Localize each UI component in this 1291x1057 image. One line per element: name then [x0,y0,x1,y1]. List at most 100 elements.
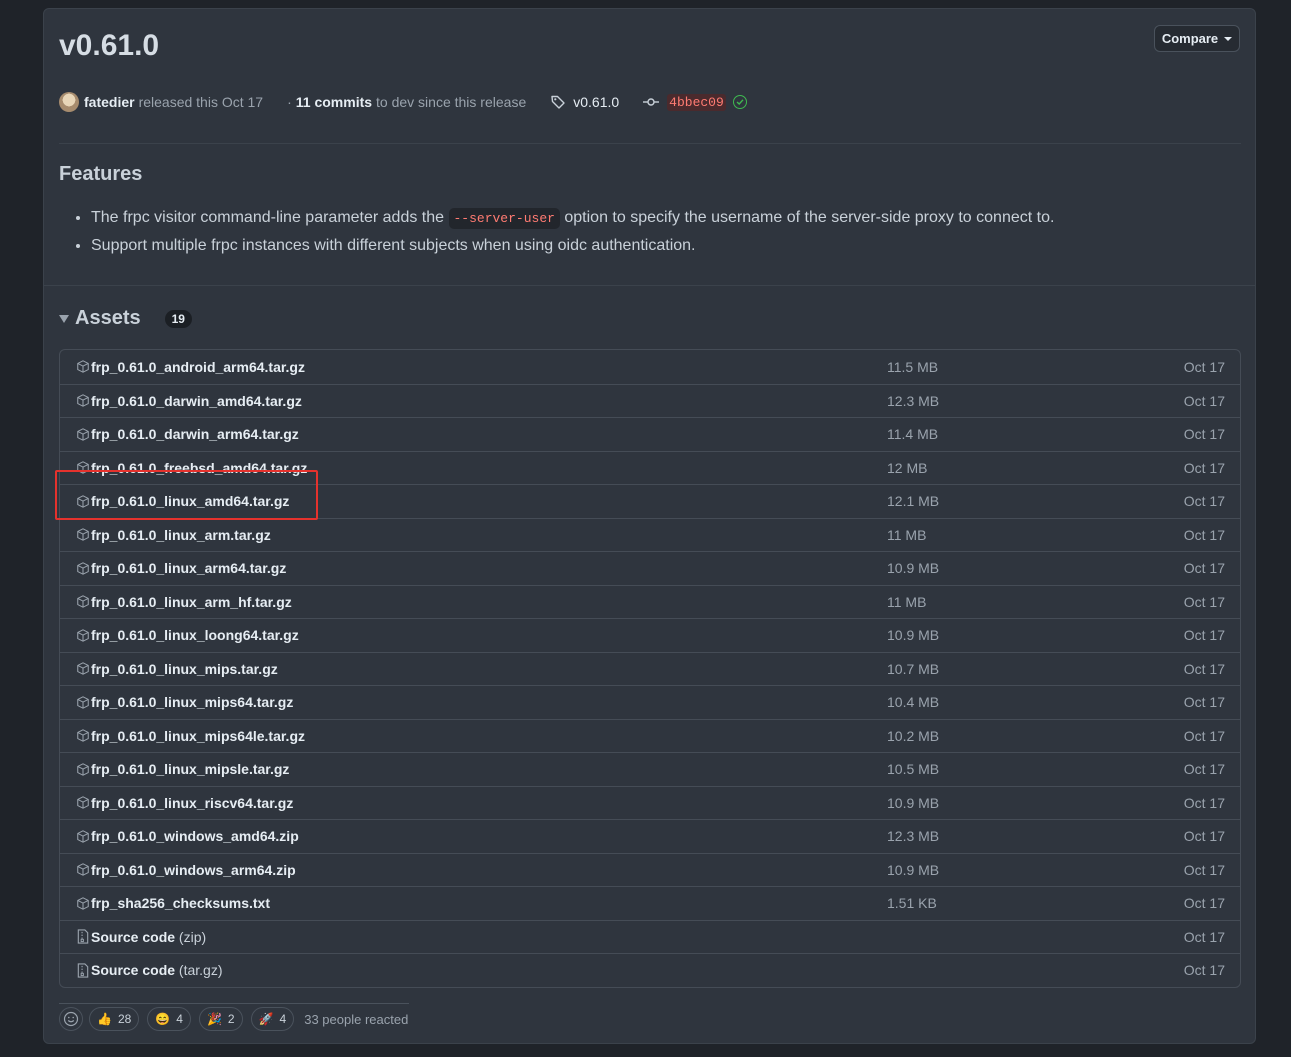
asset-size: 12.3 MB [887,828,940,845]
asset-link[interactable]: frp_0.61.0_linux_arm64.tar.gz [91,560,286,576]
release-card: v0.61.0 Compare fatedier released this O… [43,8,1256,1044]
asset-link[interactable]: frp_0.61.0_windows_amd64.zip [91,828,299,844]
package-icon [76,896,90,910]
reaction-button[interactable]: 🎉 2 [198,1007,243,1031]
asset-date: Oct 17 [1183,426,1225,443]
table-row: frp_0.61.0_linux_arm64.tar.gz 10.9 MB Oct … [60,551,1240,585]
asset-link[interactable]: frp_0.61.0_linux_mips.tar.gz [91,661,278,677]
package-icon [76,729,90,743]
asset-date: Oct 17 [1183,627,1225,644]
asset-link[interactable]: frp_0.61.0_android_arm64.tar.gz [91,359,305,375]
asset-link[interactable]: frp_0.61.0_linux_arm.tar.gz [91,527,271,543]
table-row: Source code (tar.gz) Oct 17 [60,953,1240,987]
reactions-bar: 👍 28 😄 4 🎉 2 🚀 4 33 people reacted [59,1003,409,1034]
asset-size: 11 MB [887,526,927,543]
asset-size: 10.2 MB [887,727,940,744]
release-meta: fatedier released this Oct 17 · 11 commi… [59,91,747,113]
file-zip-icon [76,929,90,944]
package-icon [76,494,90,508]
divider [44,285,1255,286]
package-icon [76,461,90,475]
table-row: frp_sha256_checksums.txt 1.51 KB Oct 17 [60,886,1240,920]
asset-date: Oct 17 [1183,727,1225,744]
asset-size: 10.7 MB [887,660,940,677]
source-code-link[interactable]: Source code (tar.gz) [91,962,223,978]
reaction-button[interactable]: 🚀 4 [250,1007,295,1031]
table-row: frp_0.61.0_darwin_arm64.tar.gz 11.4 MB Oct… [60,417,1240,451]
asset-link[interactable]: frp_0.61.0_linux_arm_hf.tar.gz [91,594,292,610]
reaction-count: 4 [279,1012,287,1026]
asset-size: 10.5 MB [887,761,940,778]
caret-down-icon [1224,36,1233,41]
table-row: frp_0.61.0_linux_mips64le.tar.gz 10.2 MB O… [60,718,1240,753]
source-code-link[interactable]: Source code (zip) [91,929,206,945]
asset-link[interactable]: frp_0.61.0_darwin_amd64.tar.gz [91,393,302,409]
package-icon [76,695,90,709]
list-item: Support multiple frpc instances with dif… [91,232,1054,260]
reaction-emoji: 👍 [97,1012,112,1026]
assets-list: frp_0.61.0_android_arm64.tar.gz 11.5 MB Oc… [59,349,1241,988]
author-link[interactable]: fatedier [84,94,135,110]
package-icon [76,360,90,374]
divider [59,143,1241,144]
asset-link[interactable]: frp_0.61.0_darwin_arm64.tar.gz [91,426,299,442]
source-code-ext: (zip) [178,928,207,945]
asset-link[interactable]: frp_0.61.0_freebsd_amd64.tar.gz [91,460,307,476]
asset-link[interactable]: frp_0.61.0_linux_amd64.tar.gz [91,493,289,509]
commits-suffix: to dev since this release [376,94,527,110]
asset-size: 1.51 KB [887,895,937,912]
feature-text: The frpc visitor command-line parameter … [91,209,445,226]
source-code-label: Source code [91,962,176,979]
feature-text: option to specify the username of the se… [564,209,1055,226]
asset-link[interactable]: frp_0.61.0_windows_arm64.zip [91,862,296,878]
asset-date: Oct 17 [1183,660,1225,677]
asset-date: Oct 17 [1183,593,1225,610]
compare-button[interactable]: Compare [1154,25,1240,52]
table-row: frp_0.61.0_android_arm64.tar.gz 11.5 MB Oc… [60,350,1240,384]
asset-size: 10.9 MB [887,627,940,644]
asset-link[interactable]: frp_0.61.0_linux_mipsle.tar.gz [91,761,289,777]
reaction-emoji: 😄 [155,1012,171,1026]
commits-link[interactable]: 11 commits [296,94,372,110]
tag-link[interactable]: v0.61.0 [573,94,619,110]
table-row: frp_0.61.0_linux_loong64.tar.gz 10.9 MB Oc… [60,618,1240,652]
table-row: frp_0.61.0_linux_arm_hf.tar.gz 11 MB Oct 1… [60,584,1240,619]
table-row: frp_0.61.0_linux_arm.tar.gz 11 MB Oct 17 [60,517,1240,552]
compare-label: Compare [1161,31,1219,46]
asset-date: Oct 17 [1183,358,1225,375]
add-reaction-button[interactable] [59,1007,83,1031]
reaction-emoji: 🚀 [258,1012,274,1026]
source-code-ext: (tar.gz) [178,962,223,979]
triangle-down-icon [59,314,69,323]
avatar[interactable] [59,92,79,112]
features-heading: Features [59,163,143,185]
asset-size: 11.4 MB [887,426,939,443]
package-icon [76,394,90,408]
asset-link[interactable]: frp_0.61.0_linux_mips64le.tar.gz [91,728,305,744]
asset-link[interactable]: frp_0.61.0_linux_loong64.tar.gz [91,627,299,643]
features-list: The frpc visitor command-line parameter … [74,204,1054,260]
table-row: frp_0.61.0_linux_amd64.tar.gz 12.1 MB Oct … [60,484,1240,518]
asset-size: 12.1 MB [887,493,940,510]
table-row: frp_0.61.0_linux_mips64.tar.gz 10.4 MB Oct… [60,685,1240,719]
commit-sha-link[interactable]: 4bbec09 [667,93,726,111]
table-row: frp_0.61.0_darwin_amd64.tar.gz 12.3 MB Oct… [60,383,1240,418]
check-icon[interactable] [732,95,747,109]
commit-icon [643,94,660,110]
asset-link[interactable]: frp_0.61.0_linux_riscv64.tar.gz [91,795,293,811]
asset-size: 12 MB [887,459,928,476]
asset-date: Oct 17 [1183,493,1225,510]
package-icon [76,829,90,843]
assets-toggle[interactable]: Assets 19 [59,307,192,330]
asset-date: Oct 17 [1183,794,1225,811]
asset-link[interactable]: frp_sha256_checksums.txt [91,895,270,911]
reaction-button[interactable]: 👍 28 [89,1007,140,1031]
release-title[interactable]: v0.61.0 [59,29,159,63]
asset-date: Oct 17 [1183,392,1225,409]
asset-link[interactable]: frp_0.61.0_linux_mips64.tar.gz [91,694,293,710]
package-icon [76,762,90,776]
asset-date: Oct 17 [1183,828,1225,845]
asset-date: Oct 17 [1183,694,1225,711]
reaction-button[interactable]: 😄 4 [147,1007,191,1031]
table-row: frp_0.61.0_linux_riscv64.tar.gz 10.9 MB Oc… [60,785,1240,820]
